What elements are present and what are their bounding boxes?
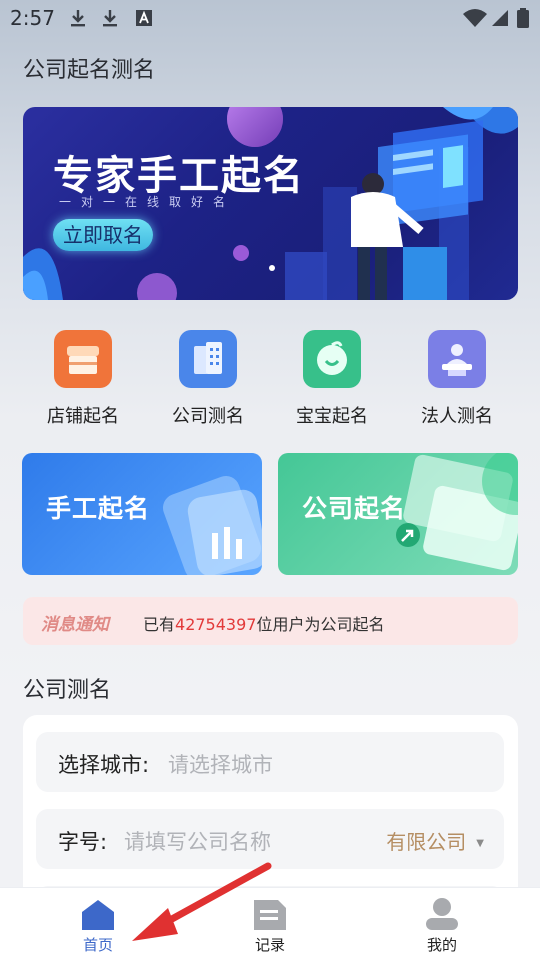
category-shop-naming[interactable]: 店铺起名 bbox=[28, 330, 138, 430]
carousel-indicator bbox=[269, 265, 275, 271]
notice-bar: 消息通知 已有42754397位用户为公司起名 bbox=[23, 597, 518, 645]
page-title: 公司起名测名 bbox=[23, 58, 156, 83]
font-a-icon bbox=[136, 10, 152, 26]
bottom-nav: 首页 记录 我的 bbox=[0, 887, 540, 960]
section-title: 公司测名 bbox=[23, 678, 112, 703]
category-label: 法人测名 bbox=[421, 406, 493, 427]
caret-down-icon: ▼ bbox=[476, 838, 484, 849]
user-icon bbox=[426, 898, 458, 930]
city-select-field[interactable]: 选择城市: 请选择城市 bbox=[36, 732, 504, 792]
baby-face-icon bbox=[303, 330, 361, 388]
category-baby-naming[interactable]: 宝宝起名 bbox=[277, 330, 387, 430]
category-label: 店铺起名 bbox=[47, 406, 119, 427]
company-type-value: 有限公司 bbox=[386, 830, 467, 854]
category-legal-person-test[interactable]: 法人测名 bbox=[402, 330, 512, 430]
download-icon bbox=[71, 10, 85, 27]
company-name-input[interactable]: 请填写公司名称 bbox=[124, 826, 271, 856]
nav-home[interactable]: 首页 bbox=[38, 888, 158, 960]
company-type-select[interactable]: 有限公司 ▼ bbox=[386, 826, 484, 855]
promo-banner[interactable]: 专家手工起名 一对一在线取好名 立即取名 bbox=[23, 107, 518, 300]
nav-profile[interactable]: 我的 bbox=[382, 888, 502, 960]
building-icon bbox=[179, 330, 237, 388]
status-time: 2:57 bbox=[10, 6, 55, 30]
category-label: 公司测名 bbox=[172, 406, 244, 427]
city-select[interactable]: 请选择城市 bbox=[168, 749, 273, 779]
status-bar: 2:57 bbox=[0, 0, 540, 36]
card-decoration bbox=[396, 453, 518, 571]
banner-subtitle: 一对一在线取好名 bbox=[59, 195, 236, 209]
nav-label: 记录 bbox=[254, 936, 285, 954]
wifi-icon bbox=[463, 9, 487, 27]
person-podium-icon bbox=[428, 330, 486, 388]
promo-label: 手工起名 bbox=[46, 494, 151, 523]
home-icon bbox=[82, 900, 114, 930]
notice-suffix: 位用户为公司起名 bbox=[256, 615, 385, 634]
company-name-field[interactable]: 字号: 请填写公司名称 有限公司 ▼ bbox=[36, 809, 504, 869]
promo-label: 公司起名 bbox=[302, 494, 407, 523]
battery-icon bbox=[517, 8, 529, 28]
promo-company-naming-card[interactable]: 公司起名 bbox=[278, 453, 518, 575]
notice-count: 42754397 bbox=[175, 615, 257, 634]
nav-label: 我的 bbox=[426, 936, 457, 954]
name-label: 字号: bbox=[58, 830, 108, 854]
signal-icon bbox=[492, 10, 508, 26]
document-icon bbox=[254, 900, 286, 930]
shop-icon bbox=[54, 330, 112, 388]
banner-name-now-button[interactable]: 立即取名 bbox=[53, 219, 153, 251]
card-decoration bbox=[162, 475, 262, 575]
notice-prefix: 已有 bbox=[143, 615, 176, 634]
nav-label: 首页 bbox=[82, 936, 113, 954]
nav-records[interactable]: 记录 bbox=[210, 888, 330, 960]
city-label: 选择城市: bbox=[58, 753, 150, 777]
notice-text: 已有42754397位用户为公司起名 bbox=[143, 611, 384, 635]
category-label: 宝宝起名 bbox=[296, 406, 368, 427]
download-icon bbox=[103, 10, 117, 27]
category-company-test[interactable]: 公司测名 bbox=[153, 330, 263, 430]
promo-manual-naming-card[interactable]: 手工起名 bbox=[22, 453, 262, 575]
notice-tag: 消息通知 bbox=[41, 615, 109, 635]
